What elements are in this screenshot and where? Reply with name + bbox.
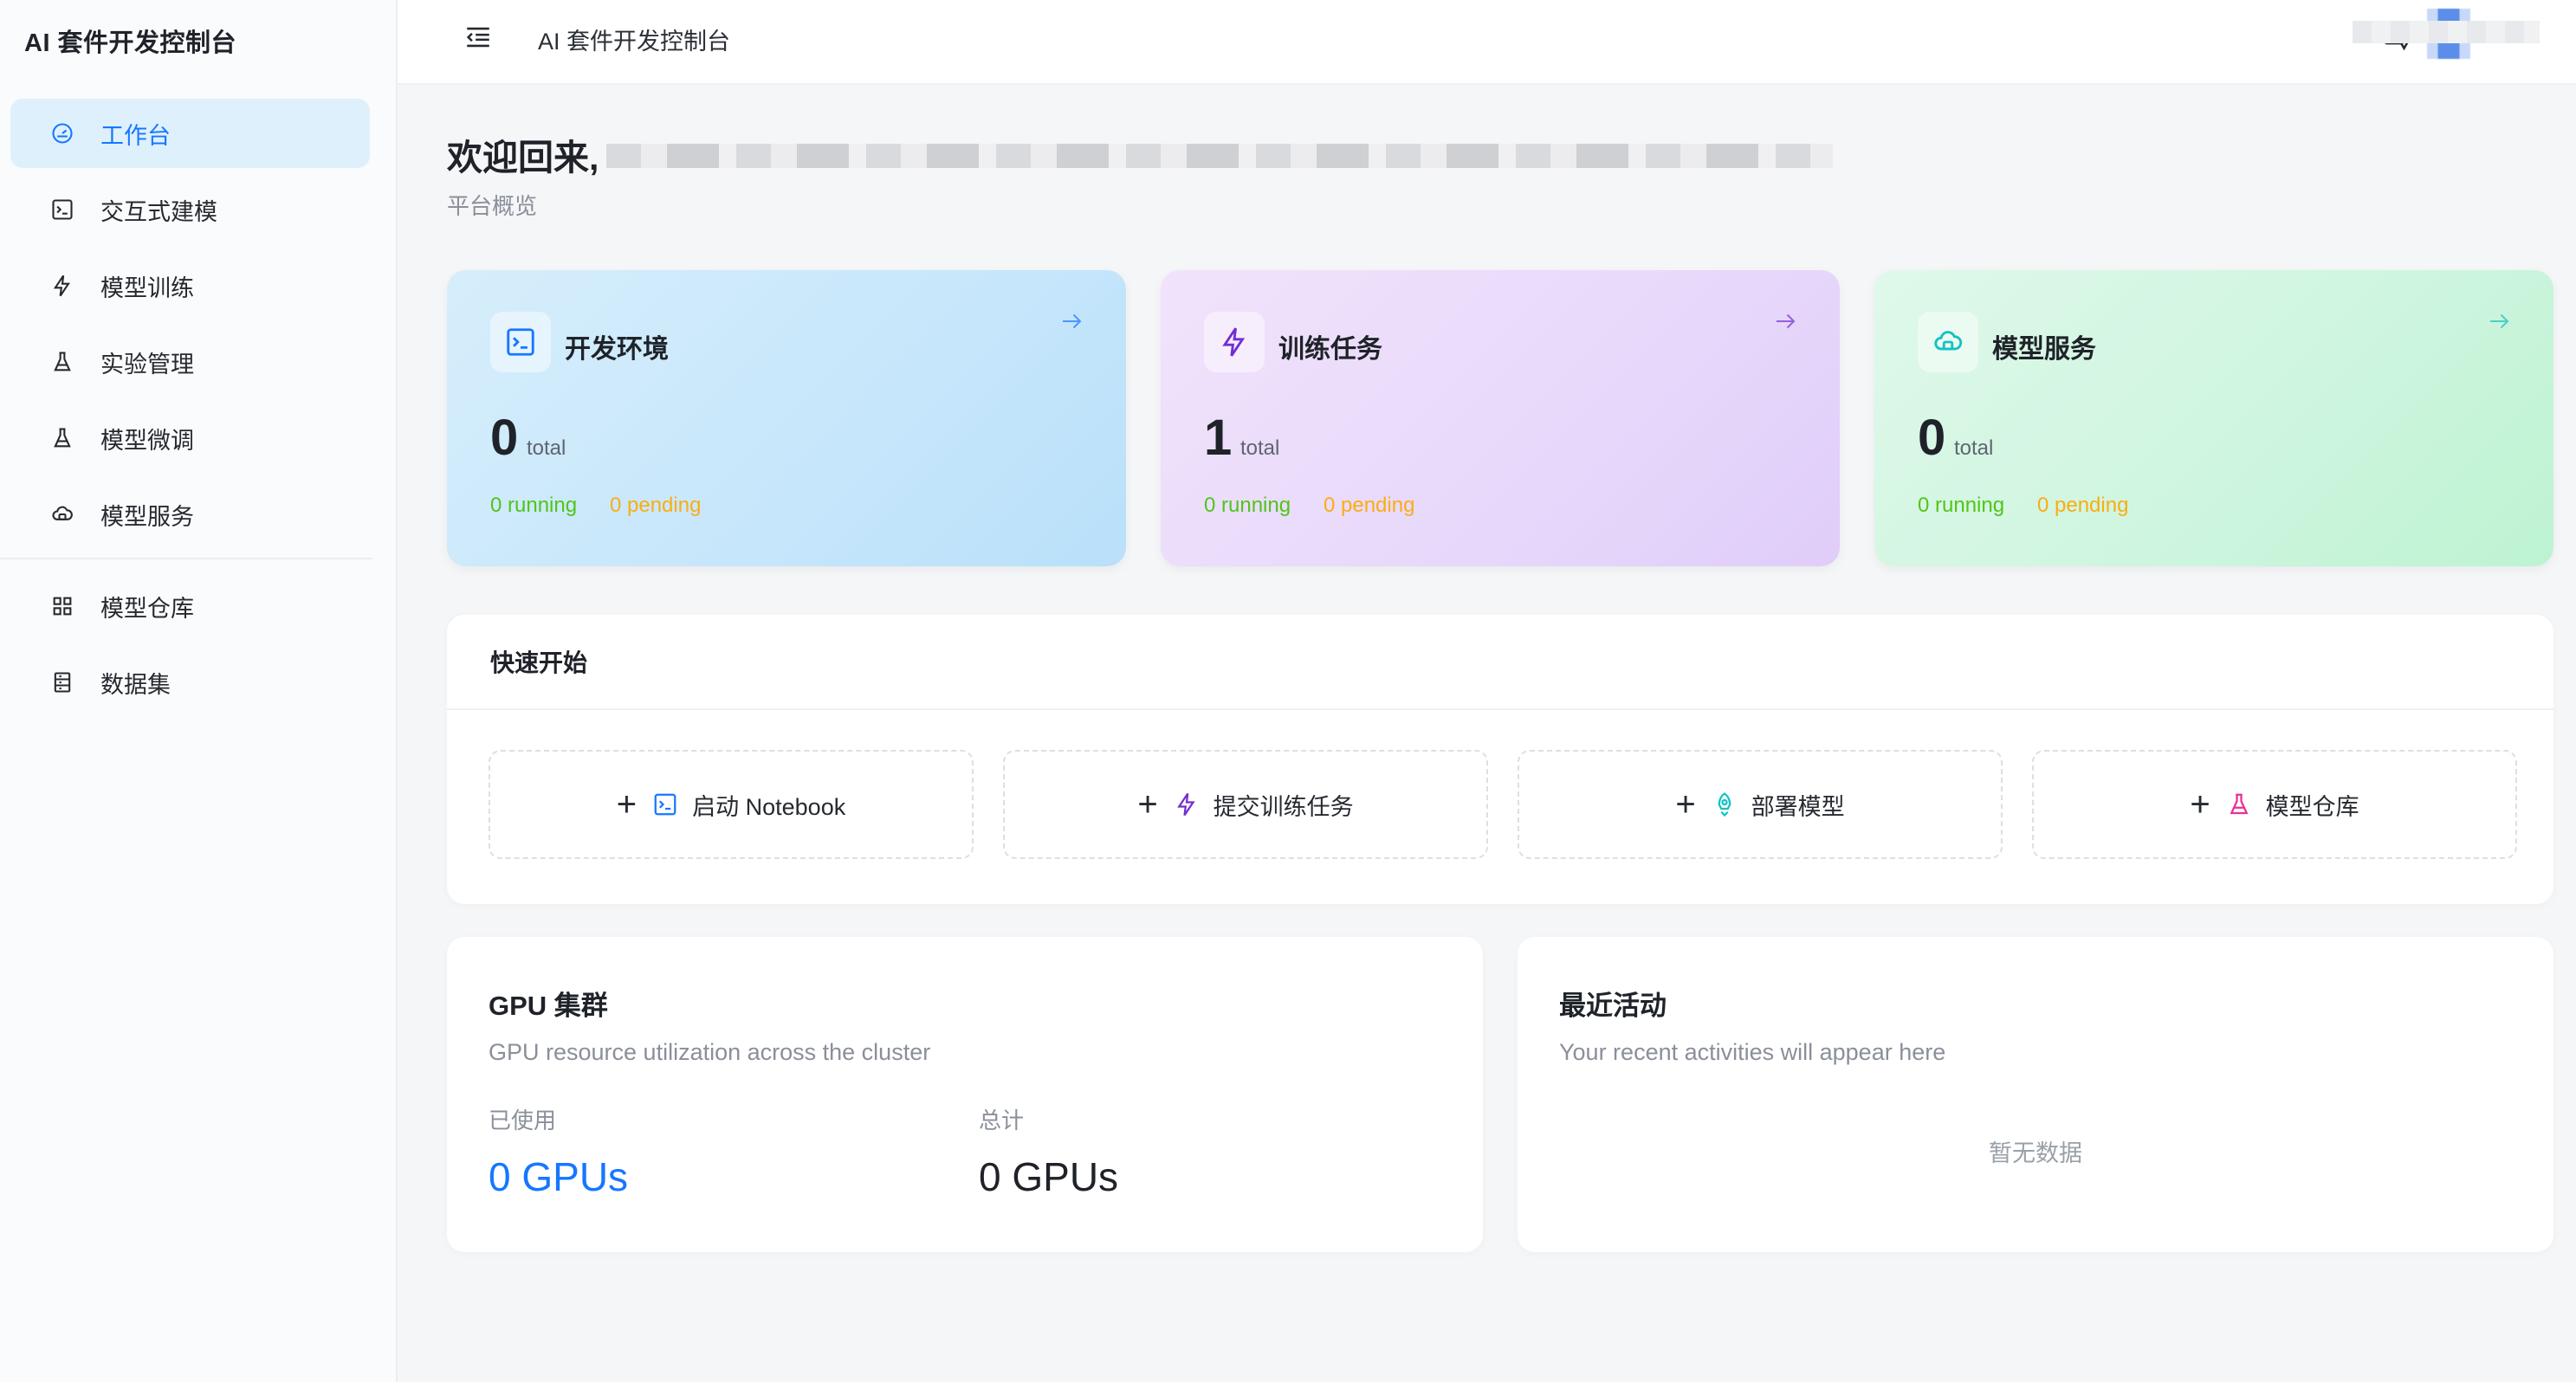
lightning-icon	[1204, 312, 1265, 372]
lightning-icon	[50, 274, 74, 298]
arrow-right-icon[interactable]	[1772, 308, 1798, 334]
sidebar: AI 套件开发控制台 工作台 交互式建模 模型训练 实验管理 模型微调 模型服务…	[0, 0, 398, 1382]
cloud-icon	[50, 502, 74, 526]
sidebar-item-model-training[interactable]: 模型训练	[10, 251, 370, 320]
deploy-model-button[interactable]: + 部署模型	[1518, 750, 2003, 859]
terminal-icon	[490, 312, 551, 372]
rocket-icon	[1712, 791, 1738, 817]
sidebar-item-label: 工作台	[100, 122, 171, 149]
sidebar-item-label: 模型微调	[100, 427, 194, 454]
dashboard-icon	[50, 121, 74, 145]
stat-card-title: 开发环境	[565, 335, 669, 364]
stat-card-model-service[interactable]: 模型服务 0 total 0 running 0 pending	[1874, 270, 2553, 566]
sidebar-item-interactive-modeling[interactable]: 交互式建模	[10, 175, 370, 244]
stat-unit: total	[527, 436, 566, 460]
sidebar-item-model-service[interactable]: 模型服务	[10, 480, 370, 549]
lightning-icon	[1174, 791, 1200, 817]
page-subtitle: 平台概览	[447, 193, 538, 219]
model-repository-button[interactable]: + 模型仓库	[2032, 750, 2517, 859]
sidebar-divider	[0, 558, 372, 559]
quick-action-label: 模型仓库	[2265, 793, 2359, 820]
sidebar-item-model-repository[interactable]: 模型仓库	[10, 572, 370, 641]
stat-unit: total	[1240, 436, 1280, 460]
gpu-used-label: 已使用	[489, 1108, 557, 1133]
stat-card-training-jobs[interactable]: 训练任务 1 total 0 running 0 pending	[1161, 270, 1840, 566]
sidebar-item-label: 模型仓库	[100, 595, 194, 622]
sidebar-item-label: 实验管理	[100, 351, 194, 378]
submit-training-button[interactable]: + 提交训练任务	[1003, 750, 1488, 859]
terminal-icon	[50, 197, 74, 222]
stat-count: 1	[1204, 410, 1233, 466]
flask-icon	[2226, 791, 2252, 817]
quick-start-panel: 快速开始 + 启动 Notebook + 提交训练任务 + 部署模型 + 模型仓…	[447, 615, 2553, 904]
gpu-cluster-panel: GPU 集群 GPU resource utilization across t…	[447, 937, 1483, 1252]
stat-card-title: 模型服务	[1992, 335, 2096, 364]
gpu-total-value: 0 GPUs	[979, 1154, 1119, 1199]
arrow-right-icon[interactable]	[2486, 308, 2512, 334]
terminal-icon	[652, 791, 678, 817]
stat-pending: 0 pending	[610, 494, 702, 517]
menu-fold-icon[interactable]	[463, 23, 493, 52]
top-header: AI 套件开发控制台	[398, 0, 2576, 85]
flask-icon	[50, 426, 74, 450]
welcome-heading: 欢迎回来,	[447, 138, 599, 178]
plus-icon: +	[2190, 785, 2210, 823]
quick-start-actions: + 启动 Notebook + 提交训练任务 + 部署模型 + 模型仓库	[489, 750, 2517, 859]
stat-card-dev-env[interactable]: 开发环境 0 total 0 running 0 pending	[447, 270, 1126, 566]
recent-activity-desc: Your recent activities will appear here	[1559, 1039, 1946, 1065]
cloud-icon	[1918, 312, 1978, 372]
empty-state-text: 暂无数据	[1989, 1140, 2082, 1166]
stat-unit: total	[1954, 436, 1994, 460]
gpu-used-value: 0 GPUs	[489, 1154, 629, 1199]
user-name-redacted[interactable]	[2353, 21, 2540, 43]
gpu-cluster-title: GPU 集群	[489, 991, 608, 1021]
database-icon	[50, 670, 74, 694]
grid-icon	[50, 594, 74, 618]
launch-notebook-button[interactable]: + 启动 Notebook	[489, 750, 974, 859]
quick-action-label: 提交训练任务	[1213, 793, 1354, 820]
stat-pending: 0 pending	[2037, 494, 2129, 517]
gpu-cluster-desc: GPU resource utilization across the clus…	[489, 1039, 931, 1065]
arrow-right-icon[interactable]	[1058, 308, 1084, 334]
stat-count: 0	[490, 410, 519, 466]
sidebar-nav: 工作台 交互式建模 模型训练 实验管理 模型微调 模型服务 模型仓库 数据集	[0, 99, 372, 724]
sidebar-item-workbench[interactable]: 工作台	[10, 99, 370, 168]
quick-action-label: 启动 Notebook	[692, 793, 846, 820]
sidebar-item-label: 模型训练	[100, 274, 194, 301]
quick-action-label: 部署模型	[1751, 793, 1845, 820]
stat-card-title: 训练任务	[1278, 335, 1382, 364]
app-brand: AI 套件开发控制台	[24, 29, 237, 57]
sidebar-item-label: 数据集	[100, 671, 171, 698]
sidebar-item-experiment-management[interactable]: 实验管理	[10, 327, 370, 397]
sidebar-item-dataset[interactable]: 数据集	[10, 648, 370, 717]
plus-icon: +	[1675, 785, 1696, 823]
header-title: AI 套件开发控制台	[538, 29, 731, 55]
quick-start-title: 快速开始	[447, 615, 2553, 710]
stat-running: 0 running	[1918, 494, 2005, 517]
sidebar-item-label: 交互式建模	[100, 198, 217, 225]
flask-icon	[50, 350, 74, 374]
sidebar-item-model-finetune[interactable]: 模型微调	[10, 404, 370, 473]
stat-count: 0	[1918, 410, 1946, 466]
gpu-total-label: 总计	[979, 1108, 1025, 1133]
sidebar-item-label: 模型服务	[100, 503, 194, 530]
recent-activity-title: 最近活动	[1559, 991, 1667, 1021]
stat-running: 0 running	[490, 494, 578, 517]
plus-icon: +	[616, 785, 638, 823]
stat-pending: 0 pending	[1324, 494, 1415, 517]
stat-running: 0 running	[1204, 494, 1291, 517]
plus-icon: +	[1137, 785, 1158, 823]
recent-activity-panel: 最近活动 Your recent activities will appear …	[1518, 937, 2553, 1252]
user-name-redacted	[606, 144, 1833, 168]
